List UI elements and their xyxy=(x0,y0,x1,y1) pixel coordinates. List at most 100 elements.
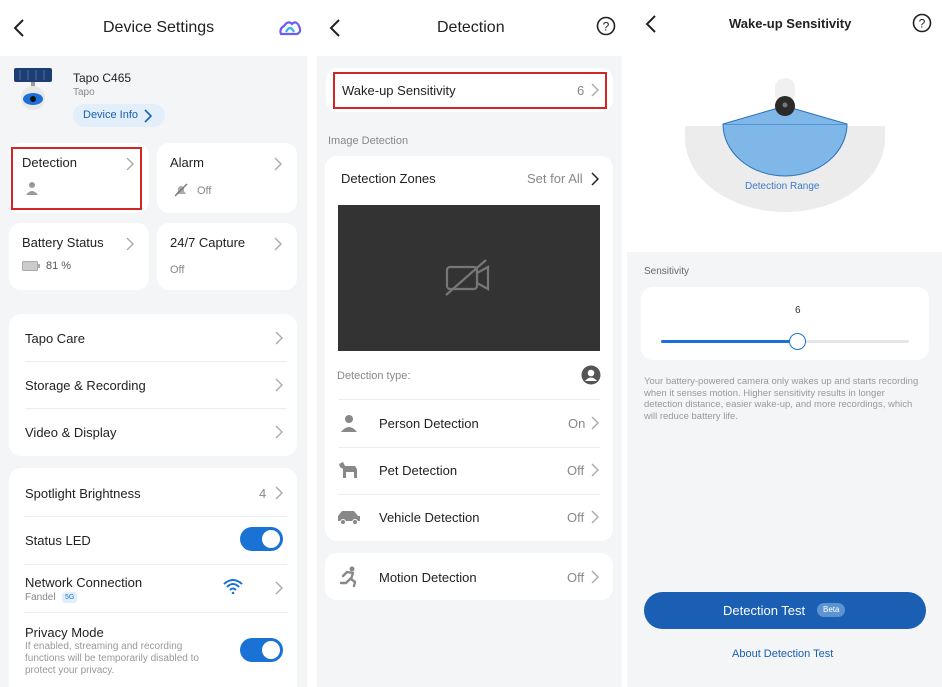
zones-value: Set for All xyxy=(527,171,583,186)
device-info-button[interactable]: Device Info xyxy=(73,104,165,127)
menu-item-label: Video & Display xyxy=(25,425,117,440)
privacy-label: Privacy Mode xyxy=(25,625,104,640)
privacy-description: If enabled, streaming and recording func… xyxy=(25,641,199,676)
alarm-muted-icon xyxy=(174,183,188,197)
sensitivity-card: 6 xyxy=(641,287,929,360)
help-icon[interactable]: ? xyxy=(596,16,616,36)
wifi-icon xyxy=(223,579,243,594)
battery-tile-label: Battery Status xyxy=(22,235,104,250)
capture-tile[interactable]: 24/7 Capture Off xyxy=(157,223,297,290)
spotlight-brightness-row[interactable]: Spotlight Brightness 4 xyxy=(9,468,297,516)
chevron-right-icon xyxy=(275,331,283,345)
detection-item-value: Off xyxy=(567,510,585,525)
capture-tile-label: 24/7 Capture xyxy=(170,235,246,250)
network-label: Network Connection xyxy=(25,575,143,590)
motion-label: Motion Detection xyxy=(379,570,477,585)
sensitivity-description: Your battery-powered camera only wakes u… xyxy=(644,376,919,422)
chevron-right-icon xyxy=(275,581,283,595)
detection-item-value: Off xyxy=(567,463,585,478)
battery-icon xyxy=(22,261,40,271)
detection-type-label: Detection type: xyxy=(337,370,411,382)
chevron-right-icon xyxy=(274,237,282,251)
person-icon xyxy=(341,415,357,432)
spotlight-value: 4 xyxy=(259,486,267,501)
menu-item-storage-recording[interactable]: Storage & Recording xyxy=(9,361,297,408)
svg-text:?: ? xyxy=(603,20,610,34)
back-arrow-icon[interactable] xyxy=(12,18,26,38)
slider-thumb[interactable] xyxy=(789,333,807,350)
alarm-tile[interactable]: Alarm Off xyxy=(157,143,297,213)
detection-item-label: Pet Detection xyxy=(379,463,458,478)
battery-value: 81 % xyxy=(46,260,72,272)
image-detection-section: Image Detection xyxy=(328,135,409,147)
pet-icon xyxy=(339,462,357,478)
detection-item-label: Vehicle Detection xyxy=(379,510,480,525)
motion-value: Off xyxy=(567,570,585,585)
back-arrow-icon[interactable] xyxy=(328,18,342,38)
privacy-mode-toggle[interactable] xyxy=(240,638,283,662)
pet-detection-row[interactable]: Pet Detection Off xyxy=(325,447,613,494)
network-connection-row[interactable]: Network Connection Fandel 5G xyxy=(9,564,297,612)
image-detection-card: Detection Zones Set for All Detection ty… xyxy=(325,156,613,541)
chevron-right-icon xyxy=(275,486,283,500)
device-settings-panel: Device Settings Tapo C465 Tapo Device In… xyxy=(0,0,307,687)
slider-value: 6 xyxy=(795,305,801,316)
tapo-logo-icon xyxy=(279,21,302,36)
vehicle-detection-row[interactable]: Vehicle Detection Off xyxy=(325,494,613,541)
detection-test-label: Detection Test xyxy=(723,603,806,618)
status-led-toggle[interactable] xyxy=(240,527,283,551)
detection-zones-row[interactable]: Detection Zones Set for All xyxy=(325,156,613,202)
detection-panel: Detection ? Wake-up Sensitivity 6 Image … xyxy=(317,0,622,687)
privacy-mode-row: Privacy Mode If enabled, streaming and r… xyxy=(9,612,297,687)
motion-detection-row[interactable]: Motion Detection Off xyxy=(325,553,613,600)
highlight-box xyxy=(333,72,607,109)
person-detection-row[interactable]: Person Detection On xyxy=(325,400,613,447)
network-ssid: Fandel xyxy=(25,592,56,603)
device-info-label: Device Info xyxy=(83,109,139,121)
detection-test-button[interactable]: Detection Test Beta xyxy=(644,592,926,629)
zones-label: Detection Zones xyxy=(341,171,436,186)
chevron-right-icon xyxy=(144,109,152,123)
vehicle-icon xyxy=(338,511,360,525)
svg-text:?: ? xyxy=(919,17,926,31)
network-band-badge: 5G xyxy=(62,592,78,603)
chevron-right-icon xyxy=(591,570,599,584)
chevron-right-icon xyxy=(275,425,283,439)
detection-item-label: Person Detection xyxy=(379,416,479,431)
sensitivity-section: Sensitivity xyxy=(644,266,690,277)
capture-value: Off xyxy=(170,264,185,276)
menu-item-label: Tapo Care xyxy=(25,331,85,346)
page-title: Wake-up Sensitivity xyxy=(729,16,852,31)
alarm-tile-label: Alarm xyxy=(170,155,204,170)
slider-fill xyxy=(661,340,798,343)
detection-range-label: Detection Range xyxy=(745,181,820,192)
person-circle-icon[interactable] xyxy=(581,365,601,385)
chevron-right-icon xyxy=(126,237,134,251)
menu-item-tapo-care[interactable]: Tapo Care xyxy=(9,314,297,361)
camera-off-icon xyxy=(445,259,490,296)
slider-track[interactable] xyxy=(661,340,909,343)
chevron-right-icon xyxy=(591,510,599,524)
settings-group: Spotlight Brightness 4 Status LED Networ… xyxy=(9,468,297,687)
menu-group: Tapo Care Storage & Recording Video & Di… xyxy=(9,314,297,456)
detection-item-value: On xyxy=(568,416,586,431)
highlight-box xyxy=(11,147,142,210)
chevron-right-icon xyxy=(275,378,283,392)
menu-item-video-display[interactable]: Video & Display xyxy=(9,408,297,455)
help-icon[interactable]: ? xyxy=(912,13,932,33)
device-brand: Tapo xyxy=(73,87,95,98)
camera-preview xyxy=(338,205,600,351)
wakeup-sensitivity-panel: Wake-up Sensitivity ? Detection Range Se… xyxy=(627,0,942,687)
alarm-value: Off xyxy=(197,185,212,197)
camera-thumbnail-icon xyxy=(14,68,52,110)
battery-tile[interactable]: Battery Status 81 % xyxy=(9,223,149,290)
about-detection-test-link[interactable]: About Detection Test xyxy=(732,648,833,660)
detection-range-graphic xyxy=(685,78,885,212)
beta-badge: Beta xyxy=(817,603,846,617)
device-name: Tapo C465 xyxy=(73,71,132,85)
chevron-right-icon xyxy=(591,172,599,186)
page-title: Device Settings xyxy=(103,19,215,36)
menu-item-label: Storage & Recording xyxy=(25,378,146,393)
back-arrow-icon[interactable] xyxy=(644,14,658,34)
motion-running-icon xyxy=(339,566,357,588)
